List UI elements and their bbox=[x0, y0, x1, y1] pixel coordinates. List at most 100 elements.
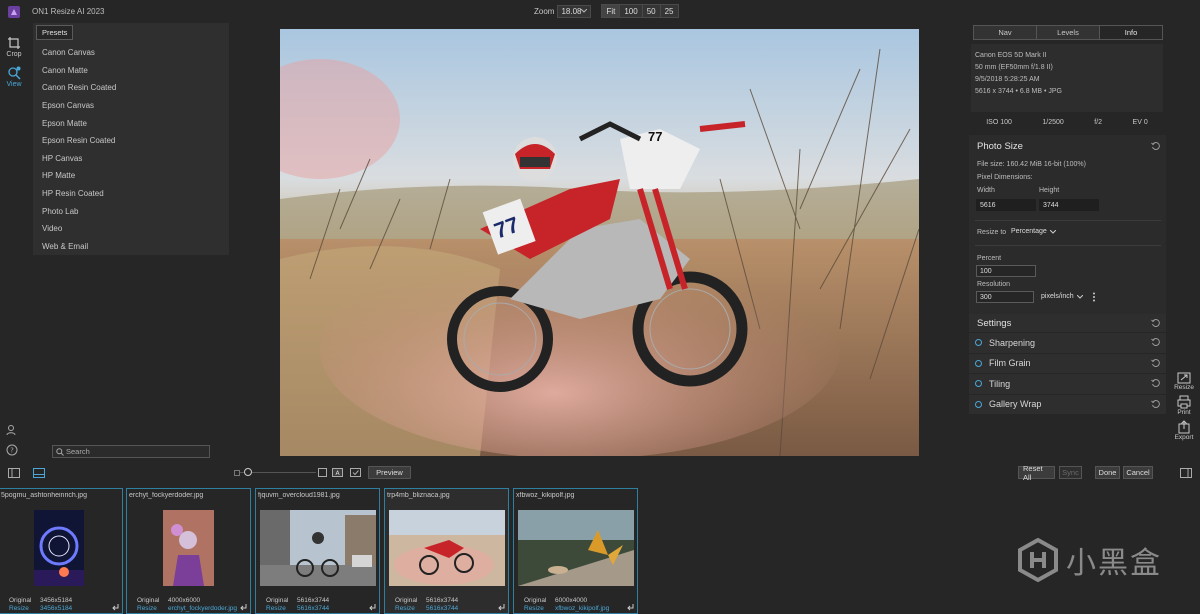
preset-item[interactable]: Epson Canvas bbox=[33, 97, 229, 115]
setting-sharpening[interactable]: Sharpening bbox=[969, 333, 1166, 353]
reset-icon[interactable] bbox=[1151, 142, 1160, 151]
setting-toggle[interactable] bbox=[975, 339, 982, 347]
preset-item[interactable]: HP Matte bbox=[33, 167, 229, 185]
filmstrip-thumbnail-selected[interactable]: trp4mb_bliznaca.jpg Original 5616x3744 R… bbox=[384, 488, 509, 614]
zoom-fit-button[interactable]: Fit bbox=[602, 5, 621, 17]
reset-icon[interactable] bbox=[1151, 379, 1160, 388]
preset-item[interactable]: HP Canvas bbox=[33, 150, 229, 168]
search-icon bbox=[56, 447, 64, 456]
print-tool[interactable]: Print bbox=[1172, 395, 1196, 416]
preset-item[interactable]: Photo Lab bbox=[33, 202, 229, 220]
reset-icon[interactable] bbox=[1151, 338, 1160, 347]
resolution-label: Resolution bbox=[977, 281, 1011, 288]
sync-button[interactable]: Sync bbox=[1059, 466, 1082, 479]
search-input[interactable] bbox=[66, 447, 196, 456]
preset-item[interactable]: Epson Resin Coated bbox=[33, 132, 229, 150]
svg-text:77: 77 bbox=[648, 129, 662, 144]
setting-gallery-wrap[interactable]: Gallery Wrap bbox=[969, 394, 1166, 414]
compare-icon[interactable]: A bbox=[332, 468, 343, 477]
return-arrow-icon[interactable] bbox=[111, 603, 119, 611]
resolution-field[interactable]: 300 bbox=[976, 291, 1034, 303]
resize-to-label: Resize to bbox=[977, 229, 1007, 236]
zoom-25-button[interactable]: 25 bbox=[661, 5, 678, 17]
resize-label: Resize bbox=[266, 605, 286, 612]
setting-toggle[interactable] bbox=[975, 400, 982, 408]
zoom-label: Zoom bbox=[534, 6, 555, 16]
width-field[interactable]: 5616 bbox=[976, 199, 1036, 211]
ferris-wheel-thumb bbox=[34, 526, 84, 586]
checkmark-view-icon[interactable] bbox=[350, 468, 361, 477]
file-size-text: File size: 160.42 MiB 16-bit (100%) bbox=[977, 161, 1086, 168]
cancel-button[interactable]: Cancel bbox=[1123, 466, 1153, 479]
return-arrow-icon[interactable] bbox=[626, 603, 634, 611]
portrait-thumb bbox=[163, 510, 214, 586]
zoom-input[interactable]: 18.08 bbox=[557, 4, 592, 18]
preset-search-box[interactable] bbox=[52, 445, 210, 458]
done-button[interactable]: Done bbox=[1095, 466, 1120, 479]
return-arrow-icon[interactable] bbox=[239, 603, 247, 611]
setting-tiling[interactable]: Tiling bbox=[969, 374, 1166, 394]
resize-label: Resize bbox=[1174, 384, 1194, 391]
filmstrip-thumbnail[interactable]: erchyt_fockyerdoder.jpg Original 4000x60… bbox=[126, 488, 251, 614]
preset-item[interactable]: Web & Email bbox=[33, 238, 229, 256]
tab-levels[interactable]: Levels bbox=[1037, 26, 1100, 39]
resize-to-dropdown[interactable]: Percentage bbox=[1011, 228, 1056, 235]
thumbnail-filename: erchyt_fockyerdoder.jpg bbox=[129, 492, 204, 499]
preset-item[interactable]: Canon Resin Coated bbox=[33, 79, 229, 97]
presets-tab[interactable]: Presets bbox=[36, 25, 74, 40]
more-options-icon[interactable] bbox=[1092, 292, 1096, 302]
help-icon[interactable]: ? bbox=[6, 444, 18, 456]
tab-info[interactable]: Info bbox=[1100, 26, 1162, 39]
camera-model: Canon EOS 5D Mark II bbox=[975, 52, 1047, 59]
filmstrip-thumbnail[interactable]: xfbwoz_kikipolf.jpg Original 6000x4000 R… bbox=[513, 488, 638, 614]
preset-item[interactable]: Canon Canvas bbox=[33, 44, 229, 62]
crop-icon bbox=[8, 37, 20, 49]
zoom-100-button[interactable]: 100 bbox=[620, 5, 643, 17]
tab-nav[interactable]: Nav bbox=[974, 26, 1037, 39]
main-photo-preview[interactable]: 77 77 bbox=[280, 29, 919, 456]
zoom-preset-buttons: Fit 100 50 25 bbox=[601, 4, 679, 18]
thumbnail-filename: xfbwoz_kikipolf.jpg bbox=[516, 492, 575, 499]
preview-button[interactable]: Preview bbox=[368, 466, 411, 479]
reset-all-button[interactable]: Reset All bbox=[1018, 464, 1055, 482]
resize-label: Resize bbox=[395, 605, 415, 612]
resolution-unit-dropdown[interactable]: pixels/inch bbox=[1041, 293, 1083, 300]
user-settings-icon[interactable] bbox=[6, 424, 18, 436]
setting-toggle[interactable] bbox=[975, 380, 982, 388]
settings-section: Settings Sharpening Film Grain Tiling Ga… bbox=[969, 314, 1166, 414]
resize-size: xfbwoz_kikipolf.jpg bbox=[555, 605, 610, 612]
original-size: 6000x4000 bbox=[555, 597, 588, 604]
zoom-50-button[interactable]: 50 bbox=[643, 5, 661, 17]
setting-toggle[interactable] bbox=[975, 359, 982, 367]
filmstrip-thumbnail[interactable]: 5pogmu_ashtonheinrich.jpg Original 3456x… bbox=[0, 488, 123, 614]
resize-tool[interactable]: Resize bbox=[1172, 370, 1196, 391]
motorcycle-photo: 77 77 bbox=[280, 29, 919, 456]
reset-icon[interactable] bbox=[1151, 319, 1160, 328]
crop-tool[interactable]: Crop bbox=[0, 36, 28, 58]
resize-size: 3456x5184 bbox=[40, 605, 73, 612]
preset-item[interactable]: HP Resin Coated bbox=[33, 185, 229, 203]
thumbnail-image bbox=[389, 510, 505, 586]
preset-item[interactable]: Epson Matte bbox=[33, 114, 229, 132]
filmstrip-toggle-icon[interactable] bbox=[33, 468, 45, 478]
panel-toggle-right-icon[interactable] bbox=[1180, 468, 1192, 478]
photo-size-section: Photo Size File size: 160.42 MiB 16-bit … bbox=[969, 135, 1166, 319]
filmstrip-thumbnail[interactable]: fjquvm_overcloud1981.jpg Original 5616x3… bbox=[255, 488, 380, 614]
return-arrow-icon[interactable] bbox=[497, 603, 505, 611]
view-tool[interactable]: View bbox=[0, 66, 28, 88]
export-tool[interactable]: Export bbox=[1172, 420, 1196, 441]
percent-field[interactable]: 100 bbox=[976, 265, 1036, 277]
setting-label: Tiling bbox=[989, 378, 1011, 389]
preset-item[interactable]: Canon Matte bbox=[33, 62, 229, 80]
height-field[interactable]: 3744 bbox=[1039, 199, 1099, 211]
resize-label: Resize bbox=[137, 605, 157, 612]
setting-film-grain[interactable]: Film Grain bbox=[969, 353, 1166, 373]
panel-toggle-left-icon[interactable] bbox=[8, 468, 20, 478]
image-dimensions: 5616 x 3744 • 6.8 MB • JPG bbox=[975, 88, 1063, 95]
settings-header: Settings bbox=[969, 314, 1166, 332]
return-arrow-icon[interactable] bbox=[368, 603, 376, 611]
preset-item[interactable]: Video bbox=[33, 220, 229, 238]
reset-icon[interactable] bbox=[1151, 358, 1160, 368]
slider-handle[interactable] bbox=[244, 468, 252, 476]
reset-icon[interactable] bbox=[1151, 399, 1160, 409]
